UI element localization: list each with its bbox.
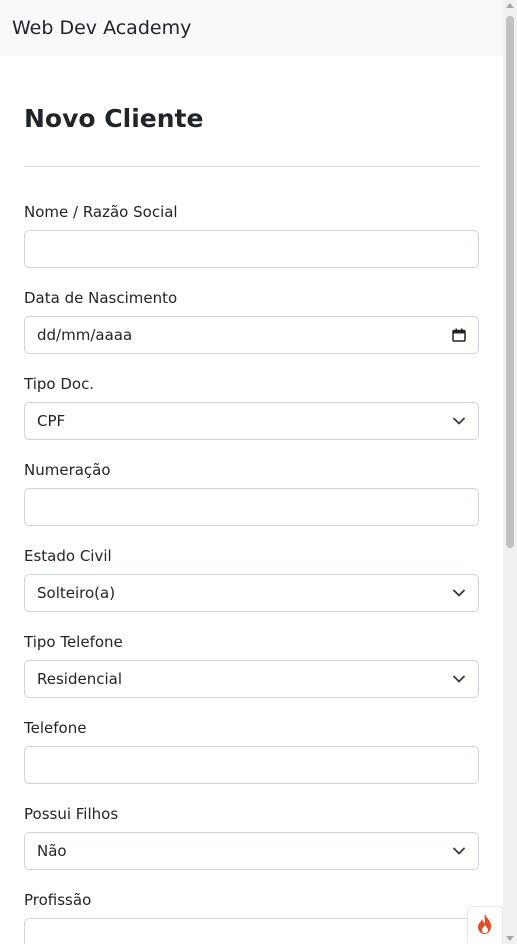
nome-input[interactable] [24, 230, 479, 268]
estado-civil-value: Solteiro(a) [37, 584, 116, 602]
chevron-down-icon [452, 586, 466, 600]
profissao-select[interactable] [24, 918, 479, 944]
navbar: Web Dev Academy [0, 0, 503, 56]
vertical-scrollbar[interactable] [503, 0, 517, 944]
profissao-label: Profissão [24, 891, 92, 909]
scrollbar-thumb[interactable] [506, 16, 514, 548]
field-numeracao: Numeração [24, 460, 479, 526]
navbar-brand[interactable]: Web Dev Academy [12, 17, 191, 39]
field-nome: Nome / Razão Social [24, 202, 479, 268]
field-possui-filhos: Possui Filhos Não [24, 804, 479, 870]
telefone-input[interactable] [24, 746, 479, 784]
numeracao-label: Numeração [24, 461, 111, 479]
floating-flame-button[interactable] [467, 906, 503, 944]
field-nascimento: Data de Nascimento dd/mm/aaaa [24, 288, 479, 354]
estado-civil-select[interactable]: Solteiro(a) [24, 574, 479, 612]
possui-filhos-value: Não [37, 842, 67, 860]
telefone-label: Telefone [24, 719, 87, 737]
nascimento-date-input[interactable]: dd/mm/aaaa [24, 316, 479, 354]
field-tipo-telefone: Tipo Telefone Residencial [24, 632, 479, 698]
tipo-telefone-select[interactable]: Residencial [24, 660, 479, 698]
field-telefone: Telefone [24, 718, 479, 784]
estado-civil-label: Estado Civil [24, 547, 112, 565]
field-estado-civil: Estado Civil Solteiro(a) [24, 546, 479, 612]
chevron-down-icon [452, 414, 466, 428]
nascimento-label: Data de Nascimento [24, 289, 178, 307]
tipo-telefone-value: Residencial [37, 670, 122, 688]
possui-filhos-label: Possui Filhos [24, 805, 119, 823]
tipo-doc-select[interactable]: CPF [24, 402, 479, 440]
field-tipo-doc: Tipo Doc. CPF [24, 374, 479, 440]
scroll-up-arrow-icon[interactable] [506, 3, 514, 8]
flame-icon [476, 913, 494, 939]
possui-filhos-select[interactable]: Não [24, 832, 479, 870]
chevron-down-icon [452, 672, 466, 686]
tipo-doc-label: Tipo Doc. [24, 375, 95, 393]
tipo-telefone-label: Tipo Telefone [24, 633, 123, 651]
tipo-doc-value: CPF [37, 412, 66, 430]
nascimento-placeholder: dd/mm/aaaa [37, 326, 133, 344]
field-profissao: Profissão [24, 890, 479, 944]
numeracao-input[interactable] [24, 488, 479, 526]
nome-label: Nome / Razão Social [24, 203, 178, 221]
calendar-icon[interactable] [452, 328, 466, 342]
page-title: Novo Cliente [24, 104, 204, 133]
title-divider [24, 166, 479, 167]
chevron-down-icon [452, 844, 466, 858]
scroll-down-arrow-icon[interactable] [506, 936, 514, 941]
